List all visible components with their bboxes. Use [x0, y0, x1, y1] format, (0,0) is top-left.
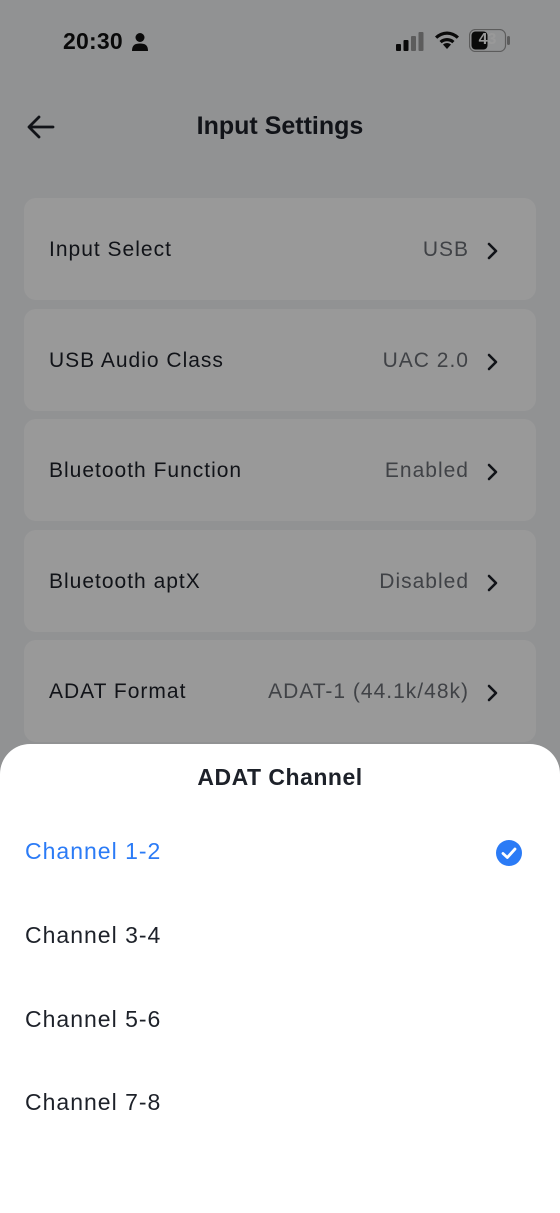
option-channel-7-8[interactable]: Channel 7-8: [0, 1063, 560, 1147]
option-label: Channel 5-6: [25, 1006, 162, 1032]
adat-channel-sheet: ADAT Channel Channel 1-2 Channel 3-4 Cha…: [0, 744, 560, 1213]
check-circle-icon: [496, 840, 522, 866]
sheet-title: ADAT Channel: [197, 764, 363, 790]
option-channel-5-6[interactable]: Channel 5-6: [0, 980, 560, 1064]
option-label: Channel 7-8: [25, 1089, 162, 1115]
option-channel-1-2[interactable]: Channel 1-2: [0, 812, 560, 896]
option-channel-3-4[interactable]: Channel 3-4: [0, 896, 560, 980]
option-label: Channel 1-2: [25, 838, 162, 864]
option-label: Channel 3-4: [25, 922, 162, 948]
